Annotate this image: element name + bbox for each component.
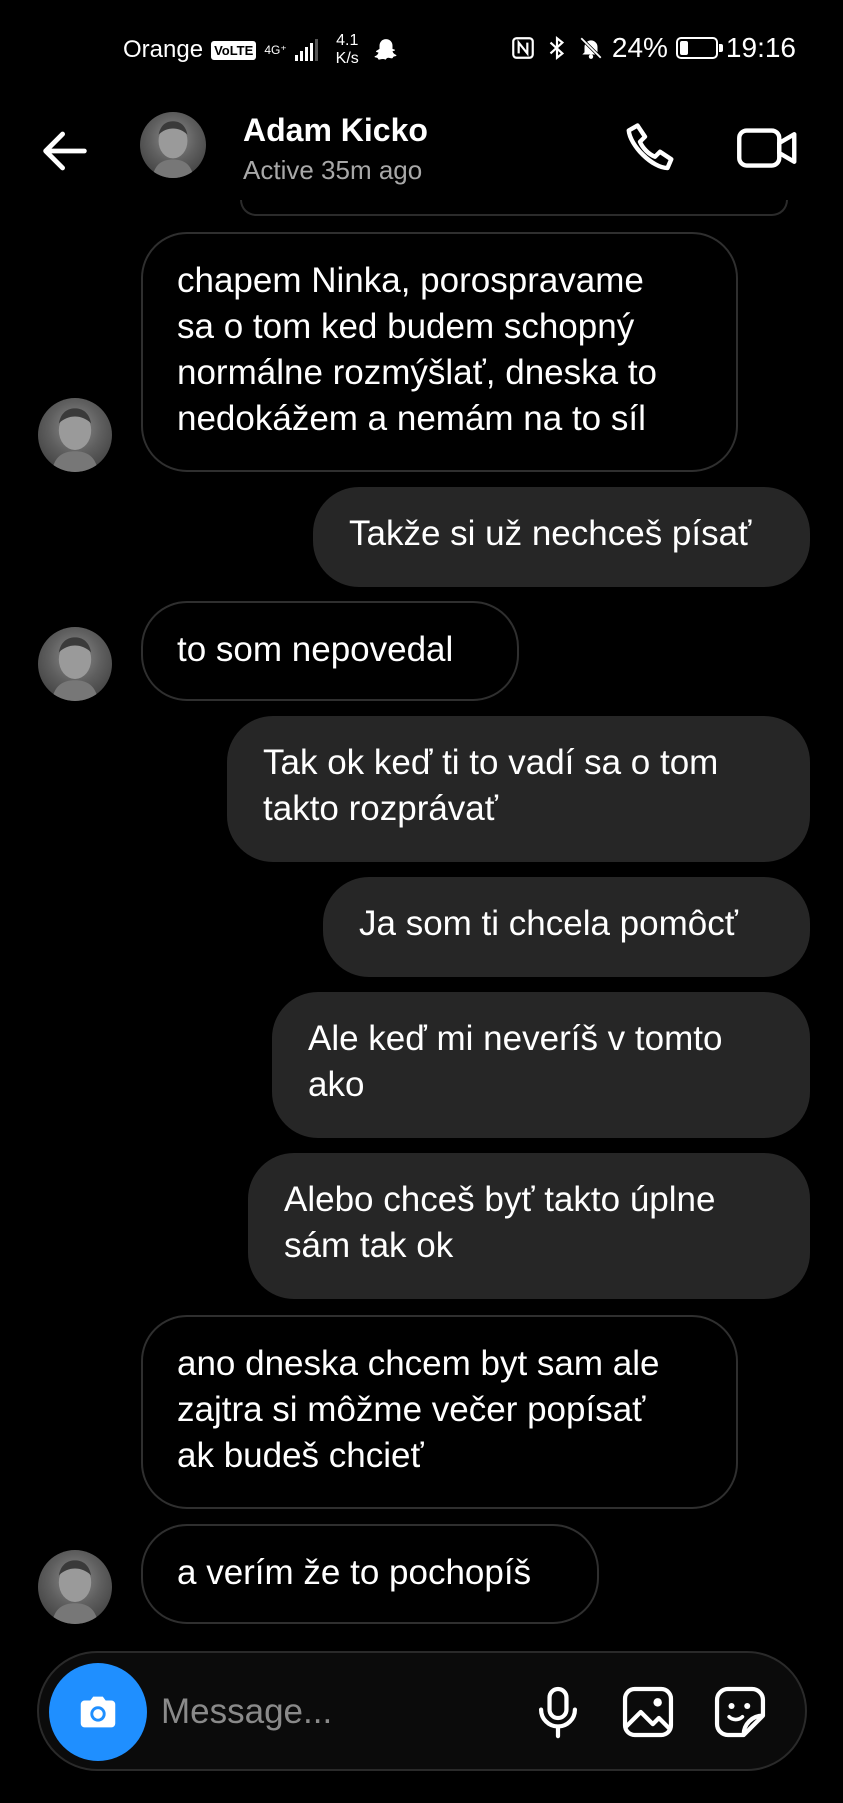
message-outgoing[interactable]: Tak ok keď ti to vadí sa o tom takto roz…: [227, 716, 810, 862]
image-icon[interactable]: [619, 1683, 677, 1741]
network-type: 4G⁺: [264, 43, 287, 57]
message-incoming[interactable]: a verím že to pochopíš: [141, 1524, 599, 1624]
clock: 19:16: [725, 32, 796, 63]
contact-name[interactable]: Adam Kicko: [243, 112, 428, 149]
network-indicator: 4G⁺: [264, 44, 286, 56]
volte-badge: VoLTE: [211, 40, 257, 60]
microphone-icon[interactable]: [529, 1683, 587, 1741]
phone-icon[interactable]: [620, 118, 680, 178]
battery-icon: [675, 37, 723, 59]
network-speed-value: 4.1: [336, 32, 359, 49]
camera-button[interactable]: [49, 1663, 147, 1761]
signal-icon: [294, 39, 318, 61]
snapchat-ghost-icon: [374, 39, 397, 60]
message-outgoing[interactable]: Ja som ti chcela pomôcť: [323, 877, 810, 977]
status-right: 24% 19:16: [510, 32, 796, 64]
chat-header: Adam Kicko Active 35m ago: [0, 100, 843, 210]
battery-percent: 24%: [611, 32, 668, 63]
sender-avatar[interactable]: [38, 398, 112, 472]
message-composer: [37, 1651, 807, 1771]
nfc-icon: [512, 37, 534, 59]
status-bar: Orange VoLTE 4G⁺ 4.1 K/s 24% 19:16: [0, 0, 843, 100]
previous-message-edge: [240, 200, 788, 216]
status-left: Orange VoLTE 4G⁺ 4.1 K/s: [123, 32, 399, 68]
message-incoming[interactable]: to som nepovedal: [141, 601, 519, 701]
message-input[interactable]: [159, 1683, 523, 1741]
sticker-icon[interactable]: [711, 1683, 769, 1741]
network-speed-unit: K/s: [335, 50, 359, 67]
bluetooth-icon: [549, 35, 564, 61]
sender-avatar[interactable]: [38, 627, 112, 701]
sender-avatar[interactable]: [38, 1550, 112, 1624]
message-outgoing[interactable]: Alebo chceš byť takto úplne sám tak ok: [248, 1153, 810, 1299]
message-outgoing[interactable]: Ale keď mi neveríš v tomto ako: [272, 992, 810, 1138]
message-incoming[interactable]: ano dneska chcem byt sam ale zajtra si m…: [141, 1315, 738, 1509]
message-outgoing[interactable]: Takže si už nechceš písať: [313, 487, 810, 587]
camera-icon: [80, 1696, 116, 1728]
contact-avatar[interactable]: [140, 112, 206, 178]
message-incoming[interactable]: chapem Ninka, porospravame sa o tom ked …: [141, 232, 738, 472]
network-speed: 4.1 K/s: [336, 32, 359, 68]
arrow-left-icon[interactable]: [36, 122, 94, 180]
carrier-name: Orange: [123, 36, 204, 63]
video-camera-icon[interactable]: [735, 118, 801, 178]
contact-status: Active 35m ago: [243, 155, 423, 185]
mute-bell-icon: [579, 37, 602, 59]
